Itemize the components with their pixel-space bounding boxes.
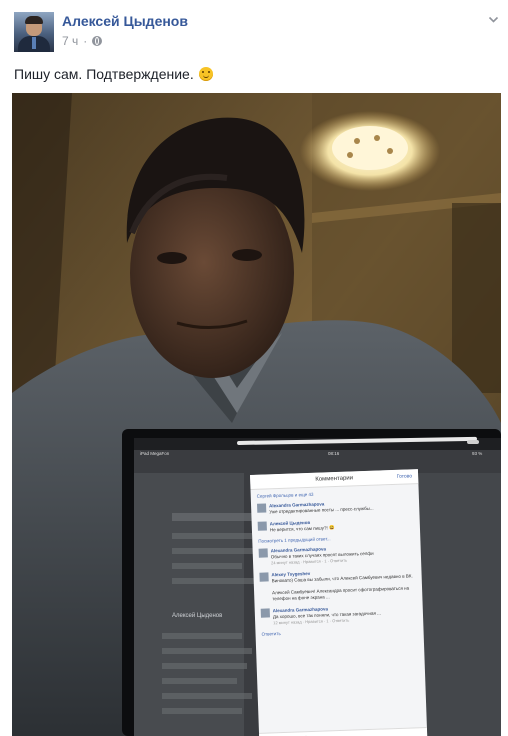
chevron-down-icon[interactable] [488, 14, 499, 25]
tablet-status-time: 08:16 [328, 451, 340, 456]
comment-avatar[interactable] [258, 548, 268, 558]
tablet-left-author: Алексей Цыденов [172, 613, 223, 619]
comments-panel: Комментарии Готово Сергей Фрольцов и еще… [250, 469, 428, 736]
tablet-status-battery: 93 % [472, 451, 483, 456]
comment-avatar[interactable] [257, 521, 267, 531]
comments-title: Комментарии [315, 475, 354, 483]
comment-text: Не верится, что сам пишу?! 😃 [269, 525, 335, 533]
comment-input[interactable]: Ваш комментарий... [259, 726, 428, 736]
globe-icon[interactable] [92, 36, 103, 46]
comment-avatar[interactable] [260, 608, 270, 618]
post-message: Пишу сам. Подтверждение. [14, 66, 194, 82]
comment-text: Алексей Самбуевич! Александра просит сфо… [272, 585, 410, 602]
comment-avatar[interactable] [257, 503, 267, 513]
post-text: Пишу сам. Подтверждение. [14, 66, 213, 82]
post-meta: 7 ч · [62, 34, 103, 48]
post-timestamp[interactable]: 7 ч [62, 34, 78, 48]
comment-avatar[interactable] [259, 572, 269, 582]
post-photo[interactable]: iPad MegaFon 08:16 93 % Алексей Цыденов … [12, 93, 501, 736]
smiley-emoji-icon [198, 67, 213, 81]
facebook-post: Алексей Цыденов 7 ч · Пишу сам. Подтверж… [0, 0, 508, 736]
tablet-status-carrier: iPad MegaFon [140, 451, 170, 456]
done-button[interactable]: Готово [397, 473, 413, 480]
author-name-link[interactable]: Алексей Цыденов [62, 13, 188, 29]
author-avatar[interactable] [14, 12, 54, 52]
